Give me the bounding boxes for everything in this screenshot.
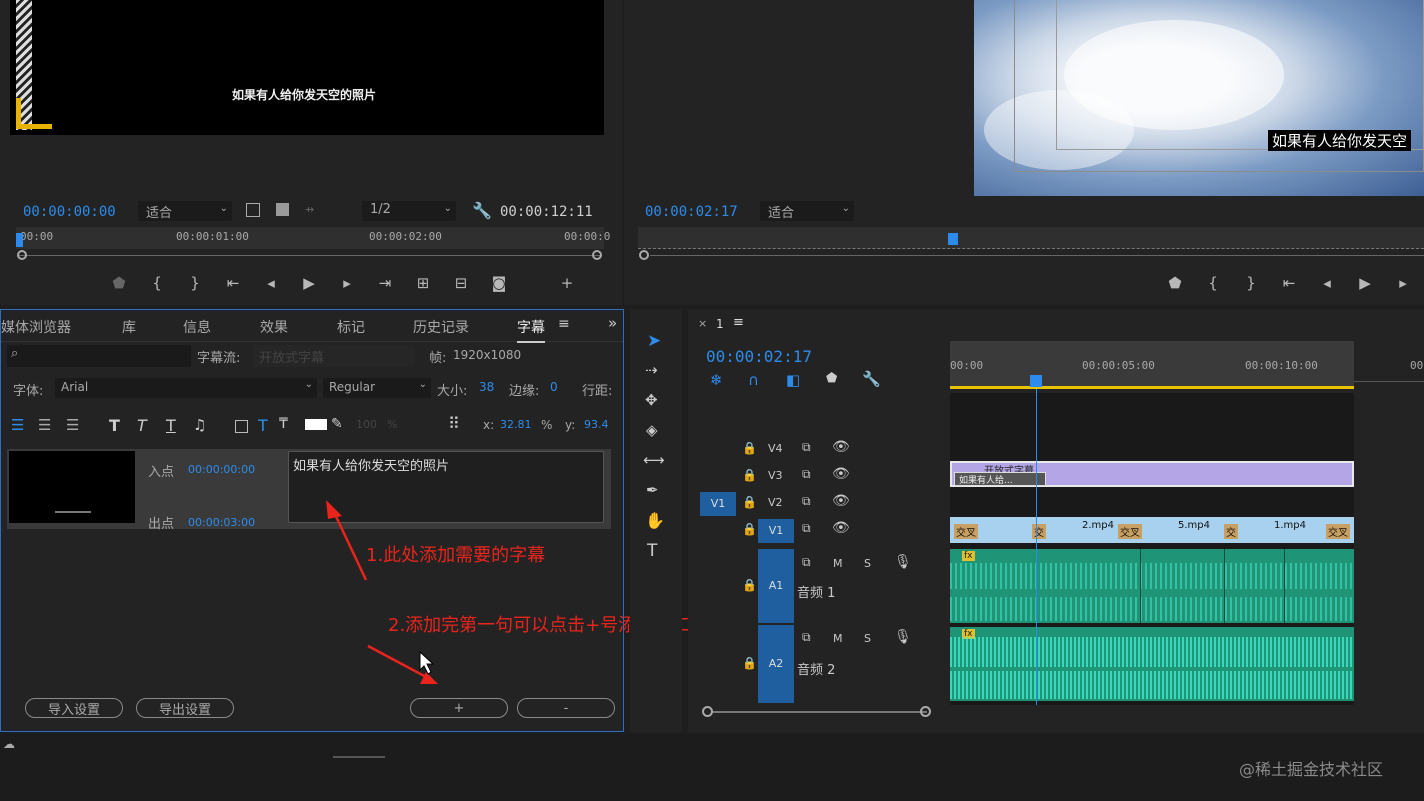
track-header-v4[interactable]: 🔒 V4 ⧉ 👁 [688,436,950,463]
waveform-right [950,597,1354,621]
waveform-left [950,637,1354,667]
selection-tool-icon[interactable]: ➤ [647,331,661,351]
panel-resize-handle[interactable] [333,756,385,758]
lock-icon[interactable]: 🔒 [742,656,757,670]
razor-tool-icon[interactable]: ◈ [646,421,658,439]
track-label-v1: V1 [758,519,794,543]
clip-divider [1224,549,1225,623]
playhead-line [1036,389,1037,705]
tools-panel: ➤ ⇢ ✥ ◈ ⟷ ✒ ✋ T [630,309,682,732]
timeline-scroll-bar[interactable] [713,711,927,713]
arrow-head [326,500,342,519]
a1-audio-clip[interactable]: fx [950,549,1354,623]
slip-tool-icon[interactable]: ⟷ [643,451,665,469]
sync-lock-icon[interactable]: ⧉ [802,521,811,536]
track-header-v3[interactable]: 🔒 V3 ⧉ 👁 [688,463,950,490]
microphone-icon[interactable]: 🎙 [894,629,912,645]
clip-name: 5.mp4 [1178,520,1210,531]
track-header-v2[interactable]: V1 🔒 V2 ⧉ 👁 [688,490,950,517]
annotation-note-1: 1.此处添加需要的字幕 [366,545,546,566]
track-label-v2: V2 [768,496,783,509]
add-marker-icon[interactable]: ⬟ [826,371,837,386]
mouse-cursor-icon [419,650,435,675]
transition-label: 交叉 [1326,524,1350,539]
arrow-to-text-field [331,509,368,581]
waveform-right [950,671,1354,699]
arrow-to-add-button [367,644,429,680]
ruler-tick-0: 00:00 [950,359,984,372]
ruler-tick-1: 00:00:05:00 [1082,359,1155,372]
ripple-edit-tool-icon[interactable]: ✥ [645,391,658,409]
sync-lock-icon[interactable]: ⧉ [802,440,811,455]
track-header-v1[interactable]: 🔒 V1 ⧉ 👁 [688,517,950,544]
eye-icon[interactable]: 👁 [832,466,850,482]
playhead-marker[interactable] [1030,375,1042,387]
scroll-handle-left[interactable] [702,706,713,717]
clip-name: 1.mp4 [1274,520,1306,531]
source-patch-v1[interactable]: V1 [700,492,736,516]
v1-video-clips[interactable]: 交叉 交 2.mp4 交叉 5.mp4 交 1.mp4 交叉 [950,517,1354,543]
transition-label: 交叉 [1118,524,1142,539]
solo-button[interactable]: S [864,632,871,645]
hand-tool-icon[interactable]: ✋ [645,511,665,530]
track-header-a2[interactable]: 🔒 A2 ⧉ M S 🎙 音频 2 [688,625,950,703]
a2-audio-clip[interactable]: fx [950,627,1354,701]
sequence-menu-icon[interactable]: ≡ [733,315,744,330]
solo-button[interactable]: S [864,557,871,570]
sync-lock-icon[interactable]: ⧉ [802,467,811,482]
track-name-a1: 音频 1 [797,586,836,601]
waveform-left [950,563,1354,589]
track-label-v4: V4 [768,442,783,455]
clip-name: 2.mp4 [1082,520,1114,531]
timeline-panel: × 1 ≡ 00:00:02:17 ❄ ∩ ◧ ⬟ 🔧 00:00 00:00:… [688,309,1424,732]
eye-icon[interactable]: 👁 [832,439,850,455]
track-label-a2: A2 [758,625,794,703]
timeline-settings-icon[interactable]: 🔧 [862,370,881,388]
sync-lock-icon[interactable]: ⧉ [802,630,811,645]
lock-icon[interactable]: 🔒 [742,441,757,455]
transition-label: 交 [1224,524,1238,539]
ruler-tick-3: 00:0 [1410,359,1424,372]
track-header-a1[interactable]: 🔒 A1 ⧉ M S 🎙 音频 1 [688,549,950,623]
linked-selection-icon[interactable]: ◧ [786,371,800,389]
microphone-icon[interactable]: 🎙 [894,554,912,570]
clip-divider [1140,549,1141,623]
lock-icon[interactable]: 🔒 [742,495,757,509]
v3-caption-clip[interactable]: 开放式字幕 如果有人给... [950,461,1354,487]
caption-clip-segment[interactable]: 如果有人给... [954,472,1046,486]
creative-cloud-icon[interactable]: ☁ [3,737,15,751]
mute-button[interactable]: M [833,557,843,570]
scroll-handle-right[interactable] [920,706,931,717]
transition-label: 交叉 [954,524,978,539]
snap-icon[interactable]: ∩ [748,371,759,389]
ruler-tick-2: 00:00:10:00 [1245,359,1318,372]
timeline-timecode[interactable]: 00:00:02:17 [706,347,812,366]
lock-icon[interactable]: 🔒 [742,468,757,482]
mute-button[interactable]: M [833,632,843,645]
fx-badge: fx [962,551,975,561]
track-area: 开放式字幕 如果有人给... 交叉 交 2.mp4 交叉 5.mp4 交 1.m… [950,389,1354,705]
caption-clip-sub: 如果有人给... [959,476,1013,486]
status-bar: ☁ @稀土掘金技术社区 [0,734,1424,801]
lock-icon[interactable]: 🔒 [742,522,757,536]
timeline-ruler-extension [1354,381,1424,382]
transition-label: 交 [1032,524,1046,539]
track-name-a2: 音频 2 [797,663,836,678]
nest-icon[interactable]: ❄ [710,371,723,389]
eye-icon[interactable]: 👁 [832,493,850,509]
sync-lock-icon[interactable]: ⧉ [802,555,811,570]
timeline-ruler[interactable]: 00:00 00:00:05:00 00:00:10:00 [950,341,1354,389]
eye-icon[interactable]: 👁 [832,520,850,536]
type-tool-icon[interactable]: T [647,541,657,561]
track-label-v3: V3 [768,469,783,482]
watermark: @稀土掘金技术社区 [1239,760,1384,779]
sequence-tab[interactable]: 1 [716,317,724,331]
lock-icon[interactable]: 🔒 [742,578,757,592]
clip-divider [1284,549,1285,623]
track-select-tool-icon[interactable]: ⇢ [645,361,658,379]
track-label-a1: A1 [758,549,794,623]
close-icon[interactable]: × [698,317,707,330]
sync-lock-icon[interactable]: ⧉ [802,494,811,509]
pen-tool-icon[interactable]: ✒ [646,481,659,499]
